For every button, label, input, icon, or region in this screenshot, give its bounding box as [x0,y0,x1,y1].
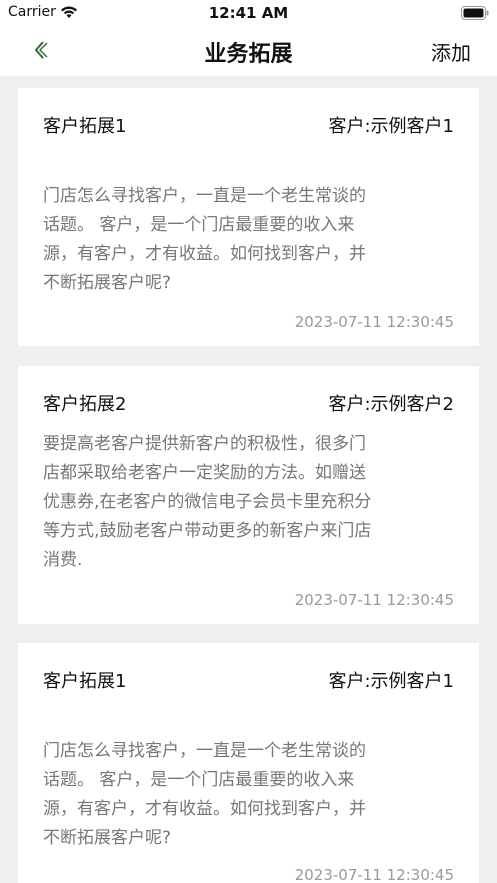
card-title: 客户拓展1 [43,671,127,692]
card-customer: 客户:示例客户1 [328,671,454,692]
description-line: 消费. [43,550,83,570]
card-description: 要提高老客户提供新客户的积极性，很多门 店都采取给老客户一定奖励的方法。如赠送 … [43,430,453,575]
description-line: 源，有客户，才有收益。如何找到客户，并 [43,799,366,819]
card-title: 客户拓展2 [43,394,127,415]
list-item[interactable]: 客户拓展1 客户:示例客户1 门店怎么寻找客户，一直是一个老生常谈的 话题。 客… [18,643,479,883]
status-bar: Carrier 12:41 AM [0,0,497,26]
description-line: 源，有客户，才有收益。如何找到客户，并 [43,244,366,264]
card-customer: 客户:示例客户1 [328,116,454,137]
description-line: 话题。 客户，是一个门店最重要的收入来 [43,215,355,235]
card-timestamp: 2023-07-11 12:30:45 [294,313,454,331]
card-customer: 客户:示例客户2 [328,394,454,415]
description-line: 话题。 客户，是一个门店最重要的收入来 [43,770,355,790]
description-line: 要提高老客户提供新客户的积极性，很多门 [43,434,366,454]
card-title: 客户拓展1 [43,116,127,137]
add-button[interactable]: 添加 [431,37,471,66]
navigation-bar: 业务拓展 添加 [0,26,497,76]
description-line: 不断拓展客户呢? [43,828,172,848]
description-line: 门店怎么寻找客户，一直是一个老生常谈的 [43,741,366,761]
description-line: 等方式,鼓励老客户带动更多的新客户来门店 [43,521,372,541]
battery-icon [461,5,489,24]
description-line: 不断拓展客户呢? [43,273,172,293]
description-line: 门店怎么寻找客户，一直是一个老生常谈的 [43,186,366,206]
card-description: 门店怎么寻找客户，一直是一个老生常谈的 话题。 客户，是一个门店最重要的收入来 … [43,737,453,853]
status-time: 12:41 AM [208,4,289,22]
description-line: 优惠券,在老客户的微信电子会员卡里充积分 [43,492,372,512]
card-timestamp: 2023-07-11 12:30:45 [294,591,454,609]
list-item[interactable]: 客户拓展1 客户:示例客户1 门店怎么寻找客户，一直是一个老生常谈的 话题。 客… [18,88,479,346]
page-title: 业务拓展 [204,42,293,67]
card-description: 门店怎么寻找客户，一直是一个老生常谈的 话题。 客户，是一个门店最重要的收入来 … [43,182,453,298]
expansion-list[interactable]: 客户拓展1 客户:示例客户1 门店怎么寻找客户，一直是一个老生常谈的 话题。 客… [0,76,497,883]
description-line: 店都采取给老客户一定奖励的方法。如赠送 [43,463,366,483]
list-item[interactable]: 客户拓展2 客户:示例客户2 要提高老客户提供新客户的积极性，很多门 店都采取给… [18,366,479,624]
card-timestamp: 2023-07-11 12:30:45 [294,866,454,883]
